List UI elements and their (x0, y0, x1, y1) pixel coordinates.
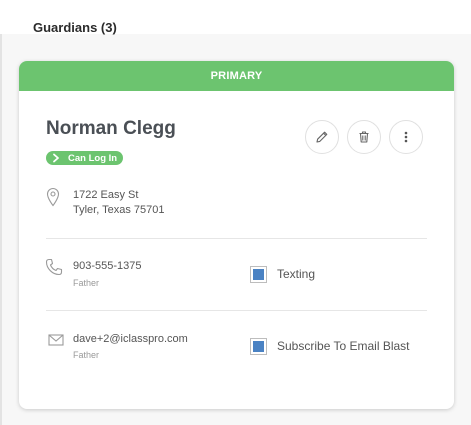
email-address: dave+2@iclasspro.com (73, 333, 188, 345)
divider (46, 310, 427, 311)
checkbox-fill (253, 269, 264, 280)
phone-icon (45, 258, 63, 276)
checkbox-fill (253, 341, 264, 352)
email-blast-checkbox[interactable] (250, 338, 267, 355)
section-title: Guardians (3) (33, 20, 117, 35)
address-line-1: 1722 Easy St (73, 189, 139, 201)
texting-checkbox[interactable] (250, 266, 267, 283)
phone-relation: Father (73, 278, 100, 288)
phone-number: 903-555-1375 (73, 260, 142, 272)
chevron-right-icon (53, 153, 59, 163)
guardian-card: PRIMARY Norman Clegg Can Log In 1722 Eas… (19, 61, 454, 409)
email-blast-label: Subscribe To Email Blast (277, 339, 410, 353)
card-header-primary: PRIMARY (19, 61, 454, 91)
more-vertical-icon (404, 131, 408, 143)
edit-button[interactable] (305, 120, 339, 154)
delete-button[interactable] (347, 120, 381, 154)
texting-label: Texting (277, 267, 316, 281)
divider (46, 238, 427, 239)
mail-icon (48, 334, 64, 346)
trash-icon (359, 131, 369, 143)
map-pin-icon (46, 188, 60, 207)
guardian-name: Norman Clegg (46, 118, 176, 139)
address-line-2: Tyler, Texas 75701 (73, 204, 165, 216)
email-relation: Father (73, 350, 100, 360)
left-rail (0, 34, 2, 425)
badge-label: Can Log In (68, 152, 118, 164)
can-log-in-badge: Can Log In (46, 151, 124, 165)
pencil-icon (316, 131, 328, 143)
more-options-button[interactable] (389, 120, 423, 154)
